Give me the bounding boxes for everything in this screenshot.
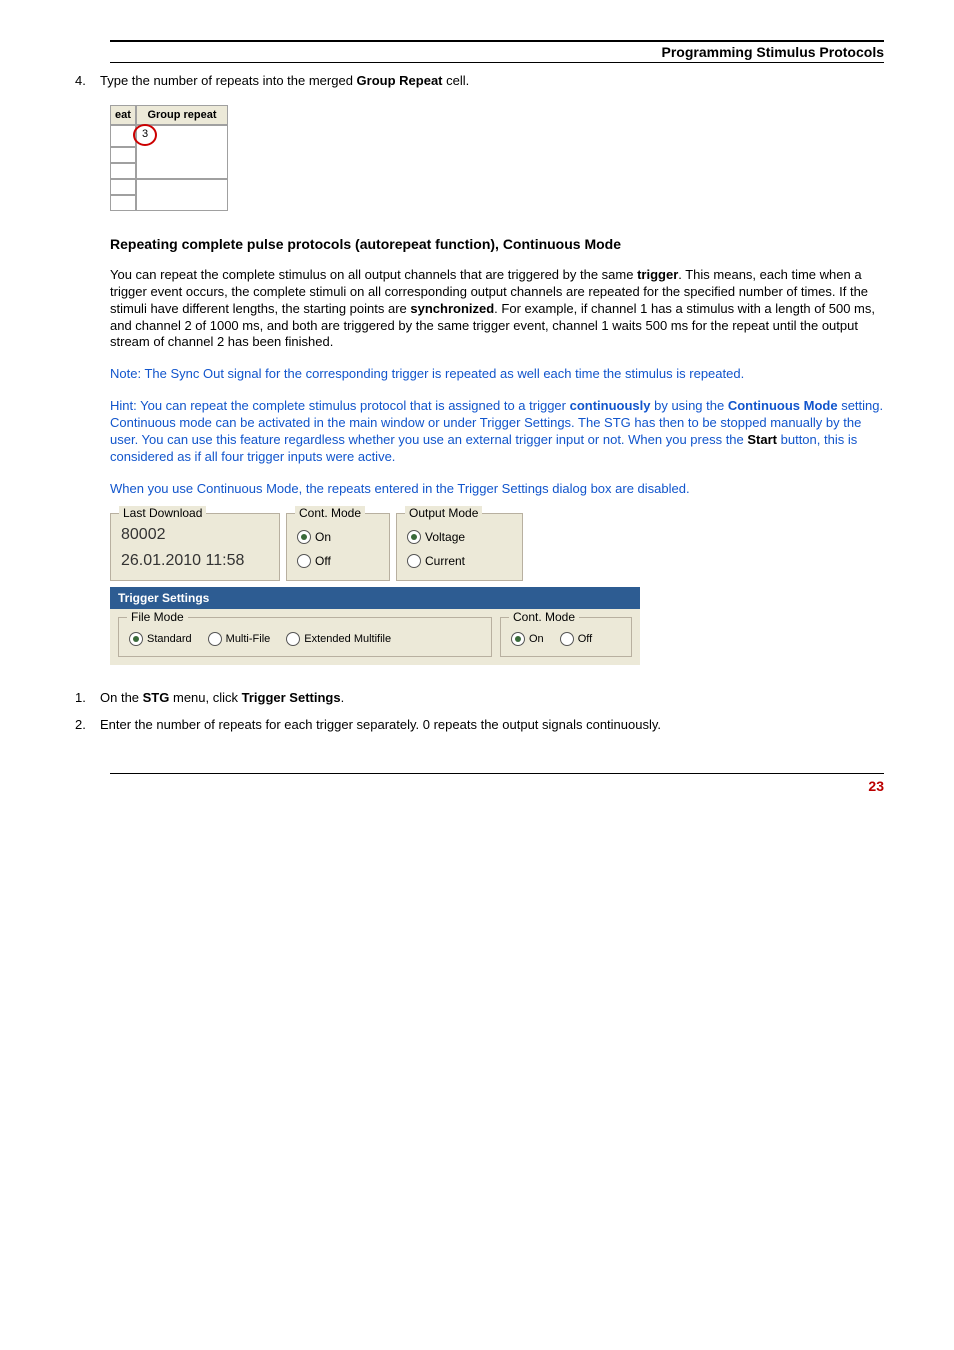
radio-label: Extended Multifile: [304, 633, 391, 645]
radio-icon: [286, 632, 300, 646]
last-download-date: 26.01.2010 11:58: [121, 552, 244, 569]
radio-icon: [560, 632, 574, 646]
radio-icon: [297, 530, 311, 544]
text: Type the number of repeats into the merg…: [100, 73, 357, 88]
radio-label: Off: [315, 554, 331, 568]
row-cell: [110, 179, 136, 195]
section-heading: Repeating complete pulse protocols (auto…: [110, 236, 884, 252]
trigger-settings-title: Trigger Settings: [110, 587, 640, 609]
radio-icon: [297, 554, 311, 568]
last-download-value: 80002: [121, 526, 269, 544]
radio-standard[interactable]: Standard: [129, 632, 192, 646]
step-number: 2.: [75, 717, 100, 734]
hint-text: Hint: You can repeat the complete stimul…: [110, 398, 884, 466]
text: menu, click: [169, 690, 241, 705]
radio-voltage[interactable]: Voltage: [407, 530, 512, 544]
step-text: On the STG menu, click Trigger Settings.: [100, 690, 884, 707]
radio-label: Multi-File: [226, 633, 271, 645]
trigger-settings-panel: Trigger Settings File Mode Standard Mult…: [110, 587, 640, 665]
text: Hint: You can repeat the complete stimul…: [110, 398, 570, 413]
radio-label: On: [529, 633, 544, 645]
text: You can repeat the complete stimulus on …: [110, 267, 637, 282]
group-repeat-cell[interactable]: 3: [136, 125, 228, 179]
row-cell: [110, 147, 136, 163]
radio-off-2[interactable]: Off: [560, 632, 592, 646]
step-text: Type the number of repeats into the merg…: [100, 73, 884, 90]
text: by using the: [651, 398, 728, 413]
note-text-2: When you use Continuous Mode, the repeat…: [110, 481, 884, 498]
radio-multifile[interactable]: Multi-File: [208, 632, 271, 646]
radio-icon: [129, 632, 143, 646]
bold-text: trigger: [637, 267, 678, 282]
step-text: Enter the number of repeats for each tri…: [100, 717, 884, 734]
circled-value: 3: [133, 124, 157, 146]
row-cell: [110, 195, 136, 211]
cont-mode-group: Cont. Mode On Off: [286, 513, 390, 581]
legend: Cont. Mode: [295, 506, 365, 520]
bold-text: STG: [143, 690, 170, 705]
legend: Cont. Mode: [509, 610, 579, 624]
col-header-group-repeat: Group repeat: [136, 105, 228, 125]
radio-current[interactable]: Current: [407, 554, 512, 568]
radio-label: Voltage: [425, 530, 465, 544]
radio-icon: [407, 530, 421, 544]
bold-text: continuously: [570, 398, 651, 413]
radio-icon: [511, 632, 525, 646]
radio-extended-multifile[interactable]: Extended Multifile: [286, 632, 391, 646]
group-repeat-table: eat Group repeat 3: [110, 105, 228, 211]
radio-label: Standard: [147, 633, 192, 645]
note-text: Note: The Sync Out signal for the corres…: [110, 366, 884, 383]
legend: Last Download: [119, 506, 206, 520]
row-cell: [110, 163, 136, 179]
mode-panel-row: Last Download 80002 26.01.2010 11:58 Con…: [110, 513, 884, 581]
text: cell.: [443, 73, 470, 88]
radio-on-2[interactable]: On: [511, 632, 544, 646]
page-number: 23: [110, 773, 884, 794]
paragraph: You can repeat the complete stimulus on …: [110, 267, 884, 351]
bold-text: Group Repeat: [357, 73, 443, 88]
radio-label: Current: [425, 554, 465, 568]
last-download-group: Last Download 80002 26.01.2010 11:58: [110, 513, 280, 581]
page-header: Programming Stimulus Protocols: [110, 44, 884, 62]
group-repeat-cell-2[interactable]: [136, 179, 228, 211]
step-number: 4.: [75, 73, 100, 90]
output-mode-group: Output Mode Voltage Current: [396, 513, 523, 581]
col-header-eat: eat: [110, 105, 136, 125]
radio-icon: [407, 554, 421, 568]
text: On the: [100, 690, 143, 705]
bold-text: Trigger Settings: [242, 690, 341, 705]
file-mode-group: File Mode Standard Multi-File Extended M…: [118, 617, 492, 657]
bold-text: Continuous Mode: [728, 398, 838, 413]
text: .: [341, 690, 345, 705]
cont-mode-group-2: Cont. Mode On Off: [500, 617, 632, 657]
radio-label: Off: [578, 633, 592, 645]
legend: Output Mode: [405, 506, 482, 520]
radio-on[interactable]: On: [297, 530, 379, 544]
radio-off[interactable]: Off: [297, 554, 379, 568]
bold-text: synchronized: [410, 301, 494, 316]
radio-label: On: [315, 530, 331, 544]
radio-icon: [208, 632, 222, 646]
bold-text: Start: [747, 432, 777, 447]
step-number: 1.: [75, 690, 100, 707]
legend: File Mode: [127, 610, 188, 624]
